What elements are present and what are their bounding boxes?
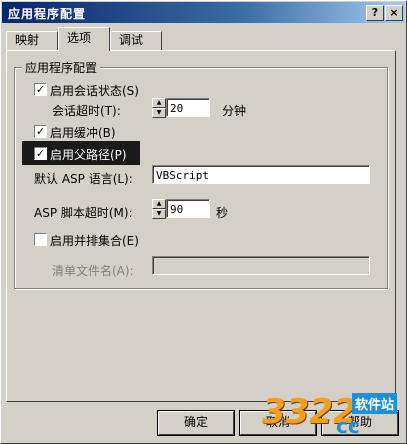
script-timeout-label: ASP 脚本超时(M): — [34, 206, 133, 220]
checkbox-label: 启用并排集合(E) — [50, 234, 139, 248]
checkbox-box: ✓ — [34, 125, 47, 138]
group-title: 应用程序配置 — [22, 59, 101, 76]
checkbox-label: 启用会话状态(S) — [50, 84, 139, 98]
default-language-label: 默认 ASP 语言(L): — [34, 172, 133, 186]
enable-side-by-side-checkbox[interactable]: 启用并排集合(E) — [34, 232, 154, 248]
script-timeout-input[interactable]: 90 — [166, 199, 210, 218]
spin-up-icon[interactable]: ▲ — [152, 199, 166, 209]
checkbox-box: ✓ — [34, 83, 47, 96]
manifest-file-input — [152, 256, 370, 275]
spin-down-icon[interactable]: ▼ — [152, 209, 166, 219]
enable-buffer-checkbox[interactable]: ✓ 启用缓冲(B) — [34, 124, 144, 140]
tab-mappings[interactable]: 映射 — [6, 31, 58, 50]
checkbox-box: ✓ — [34, 147, 47, 160]
default-language-input[interactable]: VBScript — [152, 165, 370, 184]
checkbox-box — [34, 233, 47, 246]
help-title-button[interactable]: ? — [366, 5, 384, 21]
enable-session-checkbox[interactable]: ✓ 启用会话状态(S) — [34, 82, 164, 98]
script-timeout-spinner[interactable]: ▲ ▼ — [152, 199, 166, 219]
script-timeout-unit: 秒 — [216, 206, 229, 220]
tab-options[interactable]: 选项 — [58, 27, 110, 51]
checkbox-label: 启用缓冲(B) — [50, 126, 116, 140]
tab-strip: 映射 选项 调试 — [6, 27, 402, 51]
checkbox-label: 启用父路径(P) — [50, 148, 127, 162]
manifest-file-label: 清单文件名(A): — [52, 264, 134, 278]
spin-down-icon[interactable]: ▼ — [152, 108, 166, 118]
title-bar[interactable]: 应用程序配置 ? × — [2, 2, 405, 23]
session-timeout-spinner[interactable]: ▲ ▼ — [152, 98, 166, 118]
ok-button[interactable]: 确定 — [158, 411, 234, 435]
session-timeout-unit: 分钟 — [222, 104, 247, 118]
session-timeout-label: 会话超时(T): — [52, 104, 121, 118]
window-title: 应用程序配置 — [8, 7, 87, 21]
spin-up-icon[interactable]: ▲ — [152, 98, 166, 108]
session-timeout-input[interactable]: 20 — [166, 98, 210, 117]
watermark-site-label: 软件站 — [352, 393, 398, 414]
enable-parent-paths-checkbox[interactable]: ✓ 启用父路径(P) — [34, 146, 138, 162]
tab-debugging[interactable]: 调试 — [110, 31, 162, 50]
watermark-domain: cc — [336, 414, 360, 438]
close-button[interactable]: × — [385, 5, 403, 21]
